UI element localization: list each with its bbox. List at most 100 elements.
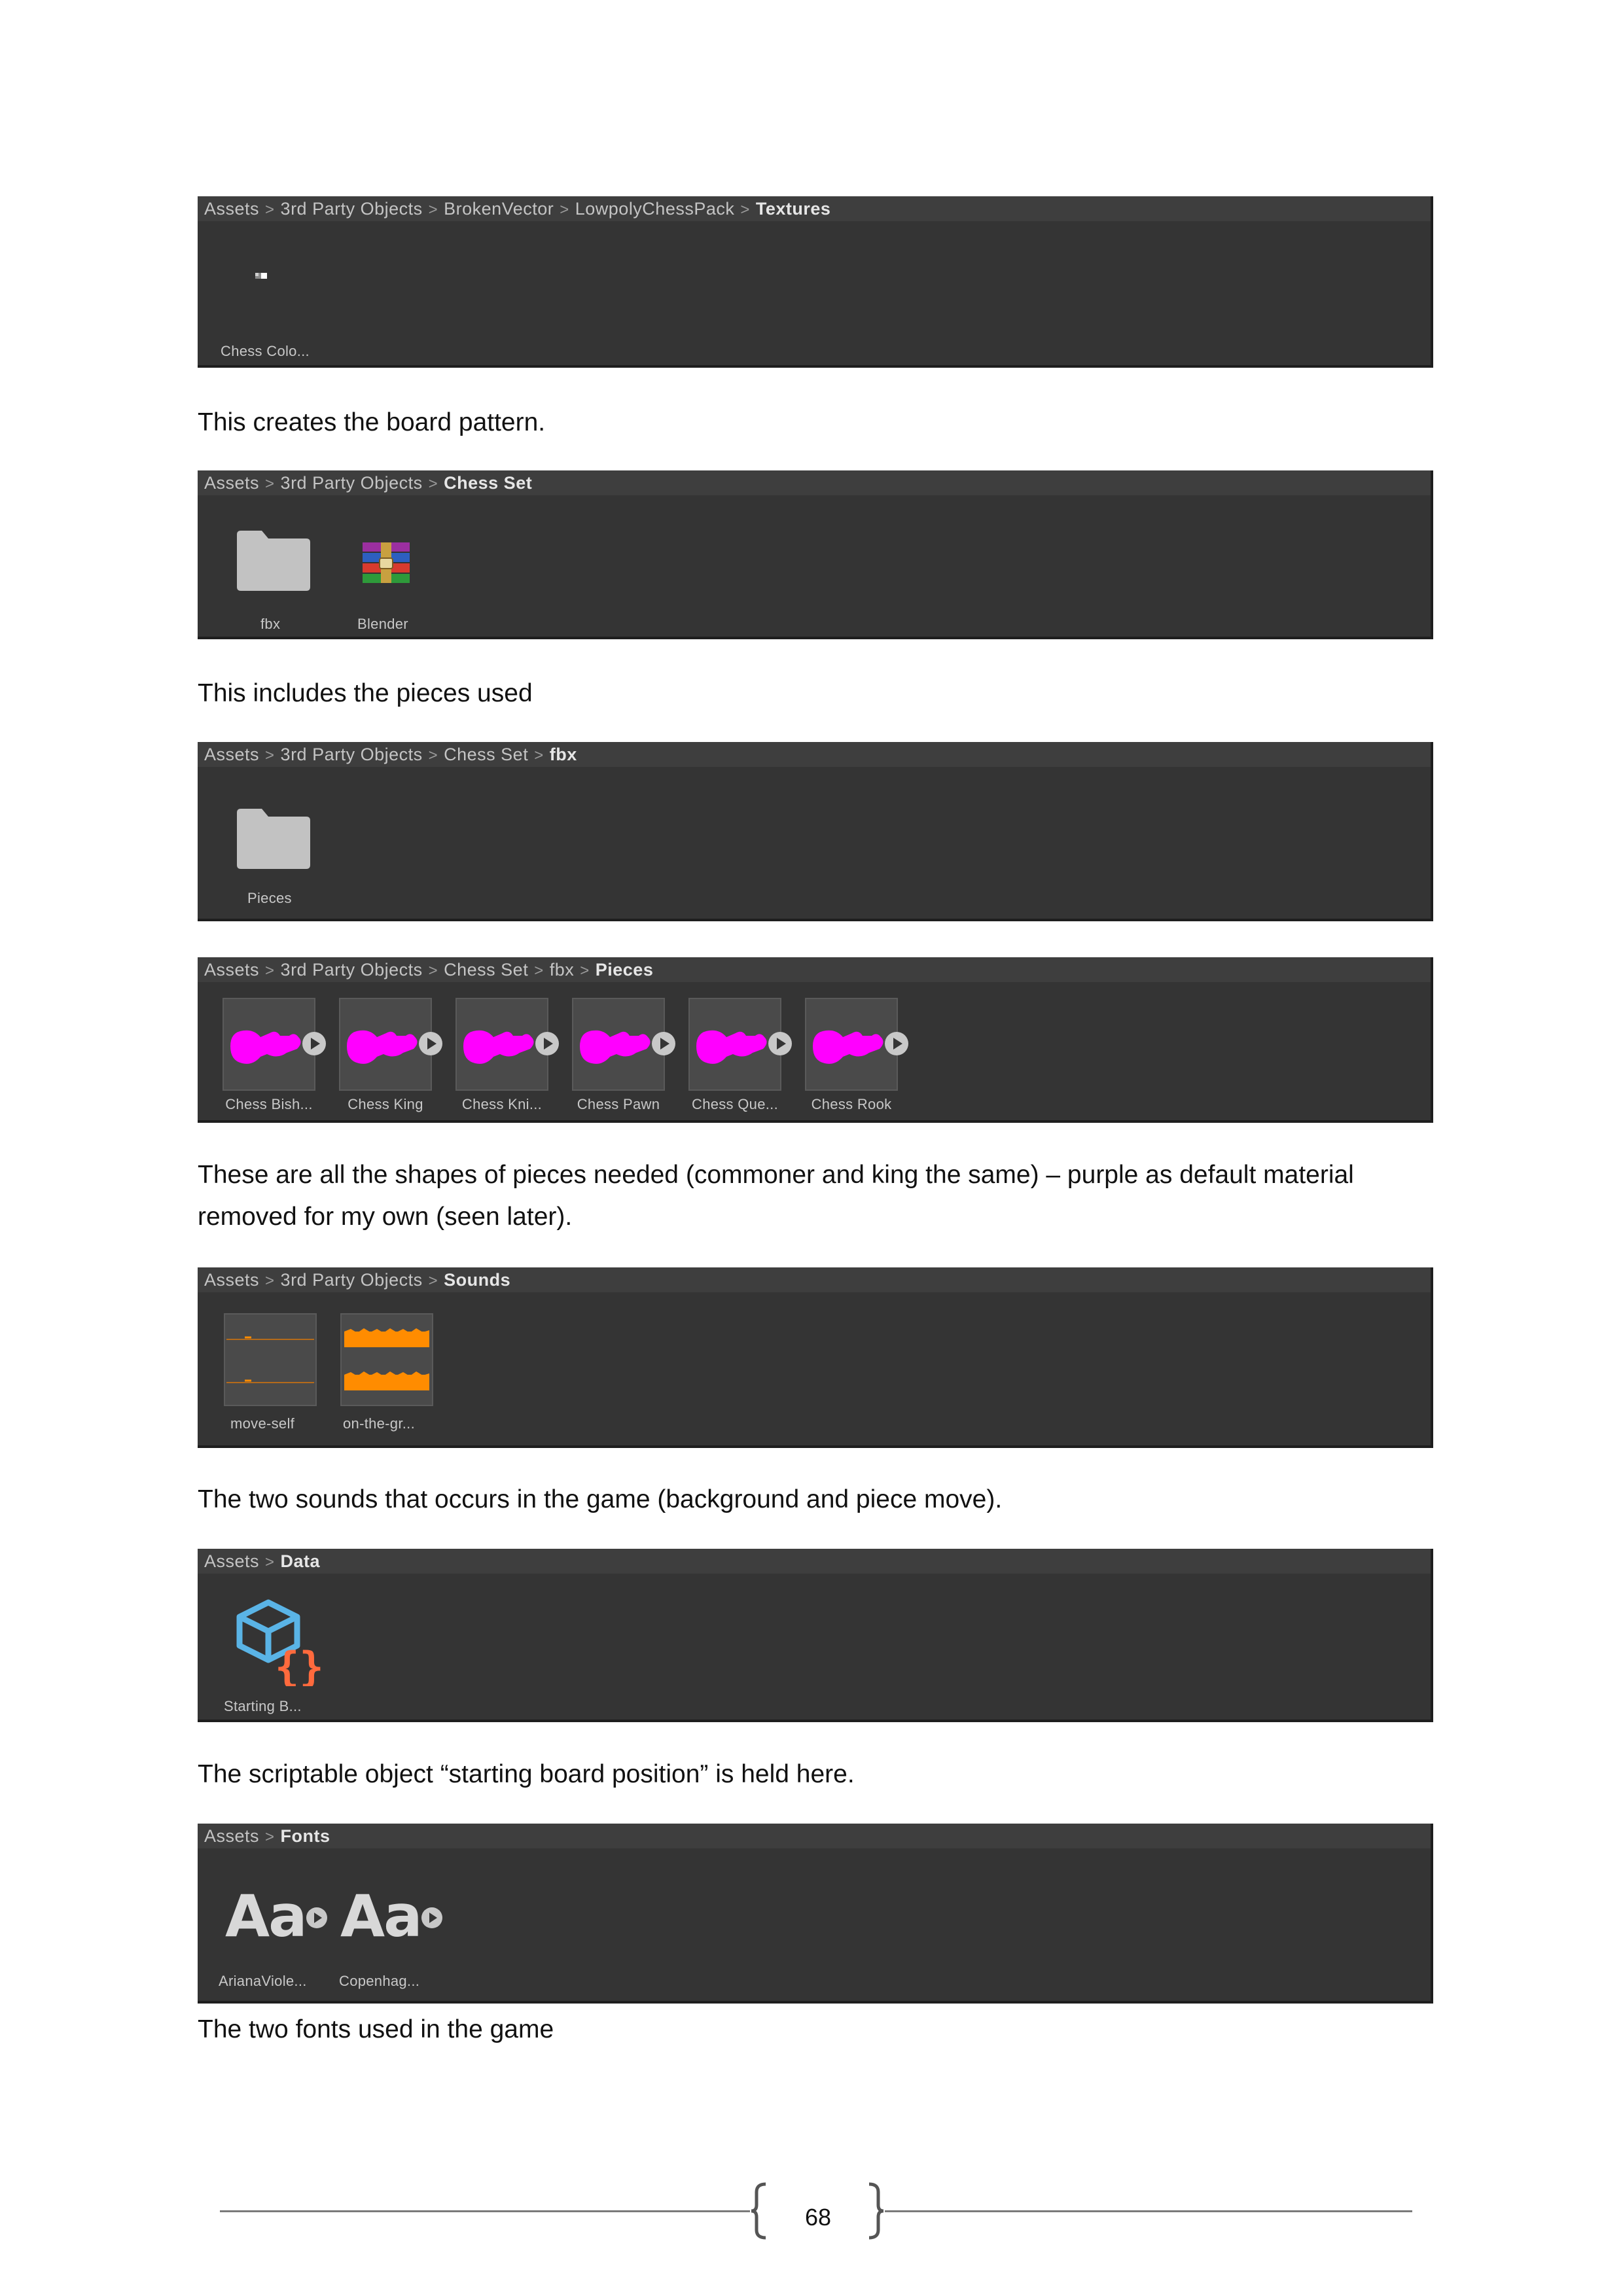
- footer-rule-right: [885, 2210, 1412, 2212]
- audio-waveform-icon: [226, 1336, 314, 1383]
- breadcrumb: Assets >3rd Party Objects > Chess Set > fbx: [198, 742, 1431, 767]
- asset-chess-piece-prefab[interactable]: [455, 998, 559, 1091]
- breadcrumb: Assets >3rd Party Objects > BrokenVector > Lo…: [198, 196, 1431, 221]
- asset-pieces-folder[interactable]: [236, 807, 312, 873]
- breadcrumb-item[interactable]: Assets: [204, 960, 259, 980]
- breadcrumb-item[interactable]: Chess Set: [444, 745, 528, 764]
- svg-text:{}: {}: [275, 1643, 321, 1686]
- asset-label: Chess Colo...: [221, 343, 310, 359]
- chevron-right-icon: >: [265, 201, 275, 219]
- asset-label: Chess Bish...: [225, 1096, 313, 1112]
- breadcrumb-item[interactable]: fbx: [550, 960, 575, 980]
- project-panel-textures: Assets >3rd Party Objects > BrokenVector > Lo…: [198, 196, 1433, 368]
- breadcrumb-item[interactable]: 3rd Party Objects: [281, 1270, 423, 1290]
- breadcrumb-item[interactable]: 3rd Party Objects: [281, 960, 423, 980]
- breadcrumb-item[interactable]: Assets: [204, 1551, 259, 1571]
- folder-icon: [237, 809, 310, 869]
- asset-chess-piece-prefab[interactable]: [688, 998, 792, 1091]
- play-icon[interactable]: [420, 1906, 444, 1930]
- project-panel-data: Assets > Data {} Starting B...: [198, 1549, 1433, 1722]
- play-icon[interactable]: [305, 1906, 329, 1930]
- project-panel-fbx: Assets >3rd Party Objects > Chess Set > fbx P…: [198, 742, 1433, 921]
- paragraph: The two fonts used in the game: [198, 2015, 554, 2043]
- project-panel-chess-set: Assets >3rd Party Objects > Chess Set fbx B…: [198, 470, 1433, 639]
- asset-label: ArianaViole...: [219, 1973, 307, 1989]
- project-panel-fonts: Assets > Fonts Aa ArianaViole... Aa Copenh…: [198, 1824, 1433, 2004]
- folder-icon: [237, 531, 310, 591]
- breadcrumb-item[interactable]: Assets: [204, 1826, 259, 1846]
- asset-label: Chess Kni...: [461, 1096, 543, 1112]
- breadcrumb-item[interactable]: Assets: [204, 473, 259, 493]
- chevron-right-icon: >: [534, 747, 544, 764]
- play-icon[interactable]: [883, 1031, 910, 1057]
- asset-label: Pieces: [247, 890, 292, 906]
- breadcrumb-item[interactable]: 3rd Party Objects: [281, 473, 423, 493]
- asset-chess-piece-prefab[interactable]: [339, 998, 442, 1091]
- asset-on-the-ground-audio[interactable]: [340, 1313, 433, 1406]
- asset-label: Chess King: [348, 1096, 423, 1112]
- chevron-right-icon: >: [265, 1828, 275, 1846]
- scriptable-object-icon: {}: [236, 1599, 324, 1691]
- asset-blender-archive[interactable]: [361, 541, 411, 584]
- breadcrumb-item[interactable]: Chess Set: [444, 960, 528, 980]
- breadcrumb-item[interactable]: LowpolyChessPack: [575, 199, 735, 219]
- chevron-right-icon: >: [265, 962, 275, 980]
- asset-label: Blender: [357, 616, 408, 632]
- project-panel-pieces: Assets >3rd Party Objects > Chess Set > fbx > P…: [198, 957, 1433, 1123]
- asset-chess-piece-prefab[interactable]: [805, 998, 908, 1091]
- asset-label: Chess Pawn: [577, 1096, 660, 1112]
- asset-move-self-audio[interactable]: [224, 1313, 317, 1406]
- asset-chess-piece-prefab[interactable]: [223, 998, 326, 1091]
- chevron-right-icon: >: [265, 475, 275, 493]
- play-icon[interactable]: [418, 1031, 444, 1057]
- asset-copenhagen-font[interactable]: Aa: [340, 1884, 442, 1949]
- breadcrumb-current: Textures: [755, 199, 831, 219]
- breadcrumb-item[interactable]: Assets: [204, 199, 259, 219]
- chevron-right-icon: >: [428, 747, 438, 764]
- play-icon[interactable]: [534, 1031, 560, 1057]
- breadcrumb-item[interactable]: BrokenVector: [444, 199, 554, 219]
- winrar-archive-icon: [363, 542, 410, 583]
- audio-waveform-icon: [344, 1328, 429, 1390]
- chevron-right-icon: >: [265, 747, 275, 764]
- project-panel-sounds: Assets >3rd Party Objects > Sounds move-sel…: [198, 1267, 1433, 1448]
- asset-label: Copenhag...: [339, 1973, 420, 1989]
- texture-icon: [255, 273, 267, 279]
- chevron-right-icon: >: [580, 962, 590, 980]
- chevron-right-icon: >: [428, 962, 438, 980]
- breadcrumb: Assets > Data: [198, 1549, 1431, 1574]
- left-brace-icon: [751, 2182, 766, 2240]
- asset-ariana-violeta-font[interactable]: Aa: [225, 1882, 327, 1950]
- breadcrumb-current: Sounds: [444, 1270, 511, 1290]
- chevron-right-icon: >: [560, 201, 569, 219]
- asset-label: Chess Que...: [692, 1096, 778, 1112]
- chevron-right-icon: >: [265, 1553, 275, 1571]
- breadcrumb: Assets >3rd Party Objects > Sounds: [198, 1267, 1431, 1292]
- breadcrumb-item[interactable]: Assets: [204, 1270, 259, 1290]
- breadcrumb-item[interactable]: 3rd Party Objects: [281, 745, 423, 764]
- breadcrumb-current: Data: [280, 1551, 321, 1571]
- chevron-right-icon: >: [534, 962, 544, 980]
- paragraph: This creates the board pattern.: [198, 408, 546, 436]
- breadcrumb-current: fbx: [549, 745, 577, 764]
- play-icon[interactable]: [767, 1031, 793, 1057]
- asset-starting-board[interactable]: {}: [229, 1595, 324, 1691]
- breadcrumb-item[interactable]: 3rd Party Objects: [281, 199, 423, 219]
- breadcrumb: Assets >3rd Party Objects > Chess Set: [198, 470, 1431, 495]
- breadcrumb-current: Pieces: [595, 960, 654, 980]
- asset-fbx-folder[interactable]: [236, 529, 312, 595]
- asset-chess-colors[interactable]: [217, 268, 296, 294]
- font-asset-icon: Aa: [225, 1882, 307, 1950]
- footer-rule-left: [220, 2210, 750, 2212]
- play-icon[interactable]: [301, 1031, 327, 1057]
- asset-label: on-the-gr...: [343, 1415, 415, 1432]
- breadcrumb: Assets > Fonts: [198, 1824, 1431, 1848]
- play-icon[interactable]: [651, 1031, 677, 1057]
- paragraph: The scriptable object “starting board po…: [198, 1760, 855, 1788]
- breadcrumb-current: Fonts: [280, 1826, 330, 1846]
- chevron-right-icon: >: [265, 1272, 275, 1290]
- breadcrumb-item[interactable]: Assets: [204, 745, 259, 764]
- asset-chess-piece-prefab[interactable]: [572, 998, 675, 1091]
- asset-label: fbx: [260, 616, 281, 632]
- paragraph: These are all the shapes of pieces neede…: [198, 1161, 1354, 1231]
